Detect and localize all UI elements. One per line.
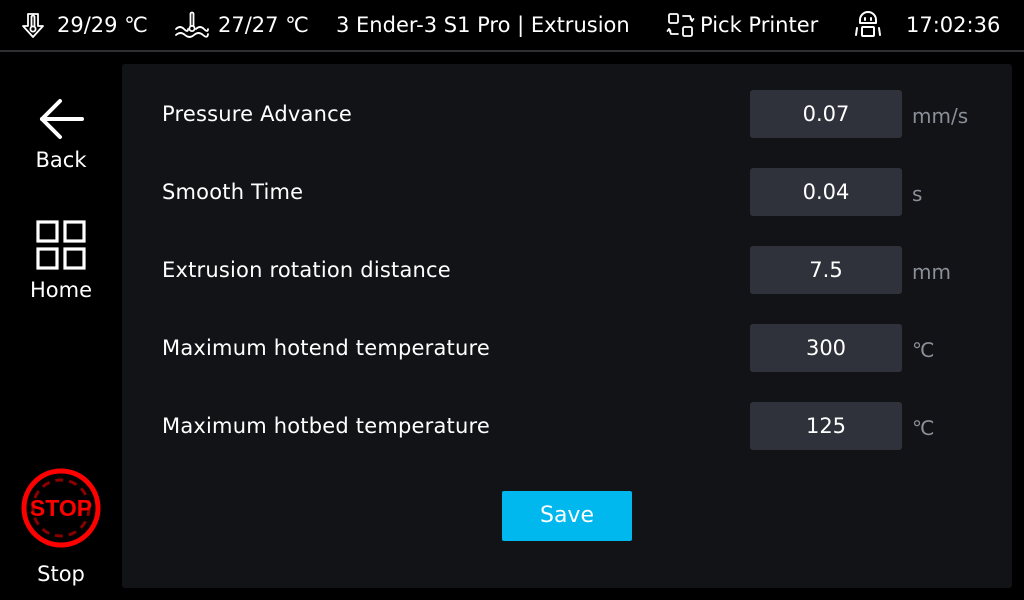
setting-label: Smooth Time — [162, 180, 304, 204]
sidebar: Back Home STOP Stop — [0, 52, 122, 600]
save-button[interactable]: Save — [502, 491, 632, 541]
bed-temp-text: 27/27 ℃ — [218, 13, 309, 37]
screen: 29/29 ℃ 27/27 ℃ 3 Ender-3 S1 Pro | Extru… — [0, 0, 1024, 600]
setting-row-rotation-distance: Extrusion rotation distance 7.5 mm — [122, 246, 1012, 294]
heated-bed-thermometer-icon — [173, 10, 211, 40]
setting-label: Extrusion rotation distance — [162, 258, 451, 282]
page-title: 3 Ender-3 S1 Pro | Extrusion — [336, 13, 630, 37]
stop-button[interactable]: STOP Stop — [0, 468, 122, 586]
setting-label: Maximum hotend temperature — [162, 336, 490, 360]
setting-row-pressure-advance: Pressure Advance 0.07 mm/s — [122, 90, 1012, 138]
back-button[interactable]: Back — [0, 94, 122, 172]
setting-label: Maximum hotbed temperature — [162, 414, 490, 438]
smooth-time-input[interactable]: 0.04 — [750, 168, 902, 216]
setting-unit: mm/s — [912, 104, 969, 128]
home-button[interactable]: Home — [0, 220, 122, 302]
switch-printer-icon — [666, 10, 696, 40]
setting-unit: ℃ — [912, 416, 935, 440]
pick-printer-button[interactable]: Pick Printer — [666, 0, 818, 50]
grid-icon — [36, 220, 86, 270]
stop-sign-icon: STOP — [21, 468, 101, 548]
robot-button[interactable] — [851, 0, 885, 50]
stop-label: Stop — [37, 562, 85, 586]
header-divider — [0, 50, 1024, 52]
clock: 17:02:36 — [906, 13, 1001, 37]
setting-row-max-hotend-temp: Maximum hotend temperature 300 ℃ — [122, 324, 1012, 372]
setting-row-max-hotbed-temp: Maximum hotbed temperature 125 ℃ — [122, 402, 1012, 450]
setting-unit: mm — [912, 260, 951, 284]
home-label: Home — [29, 278, 92, 302]
svg-text:STOP: STOP — [30, 495, 92, 521]
setting-unit: s — [912, 182, 923, 206]
arrow-left-icon — [36, 94, 86, 144]
bed-temp-status: 27/27 ℃ — [173, 0, 309, 50]
extrusion-settings-panel: Pressure Advance 0.07 mm/s Smooth Time 0… — [122, 64, 1012, 588]
rotation-distance-input[interactable]: 7.5 — [750, 246, 902, 294]
setting-row-smooth-time: Smooth Time 0.04 s — [122, 168, 1012, 216]
robot-icon — [851, 8, 885, 42]
pressure-advance-input[interactable]: 0.07 — [750, 90, 902, 138]
max-hotbed-temp-input[interactable]: 125 — [750, 402, 902, 450]
nozzle-temp-text: 29/29 ℃ — [57, 13, 148, 37]
pick-printer-label: Pick Printer — [700, 13, 819, 37]
max-hotend-temp-input[interactable]: 300 — [750, 324, 902, 372]
status-bar: 29/29 ℃ 27/27 ℃ 3 Ender-3 S1 Pro | Extru… — [0, 0, 1024, 50]
setting-unit: ℃ — [912, 338, 935, 362]
nozzle-thermometer-icon — [18, 10, 48, 40]
nozzle-temp-status: 29/29 ℃ — [18, 0, 148, 50]
back-label: Back — [35, 148, 87, 172]
setting-label: Pressure Advance — [162, 102, 352, 126]
